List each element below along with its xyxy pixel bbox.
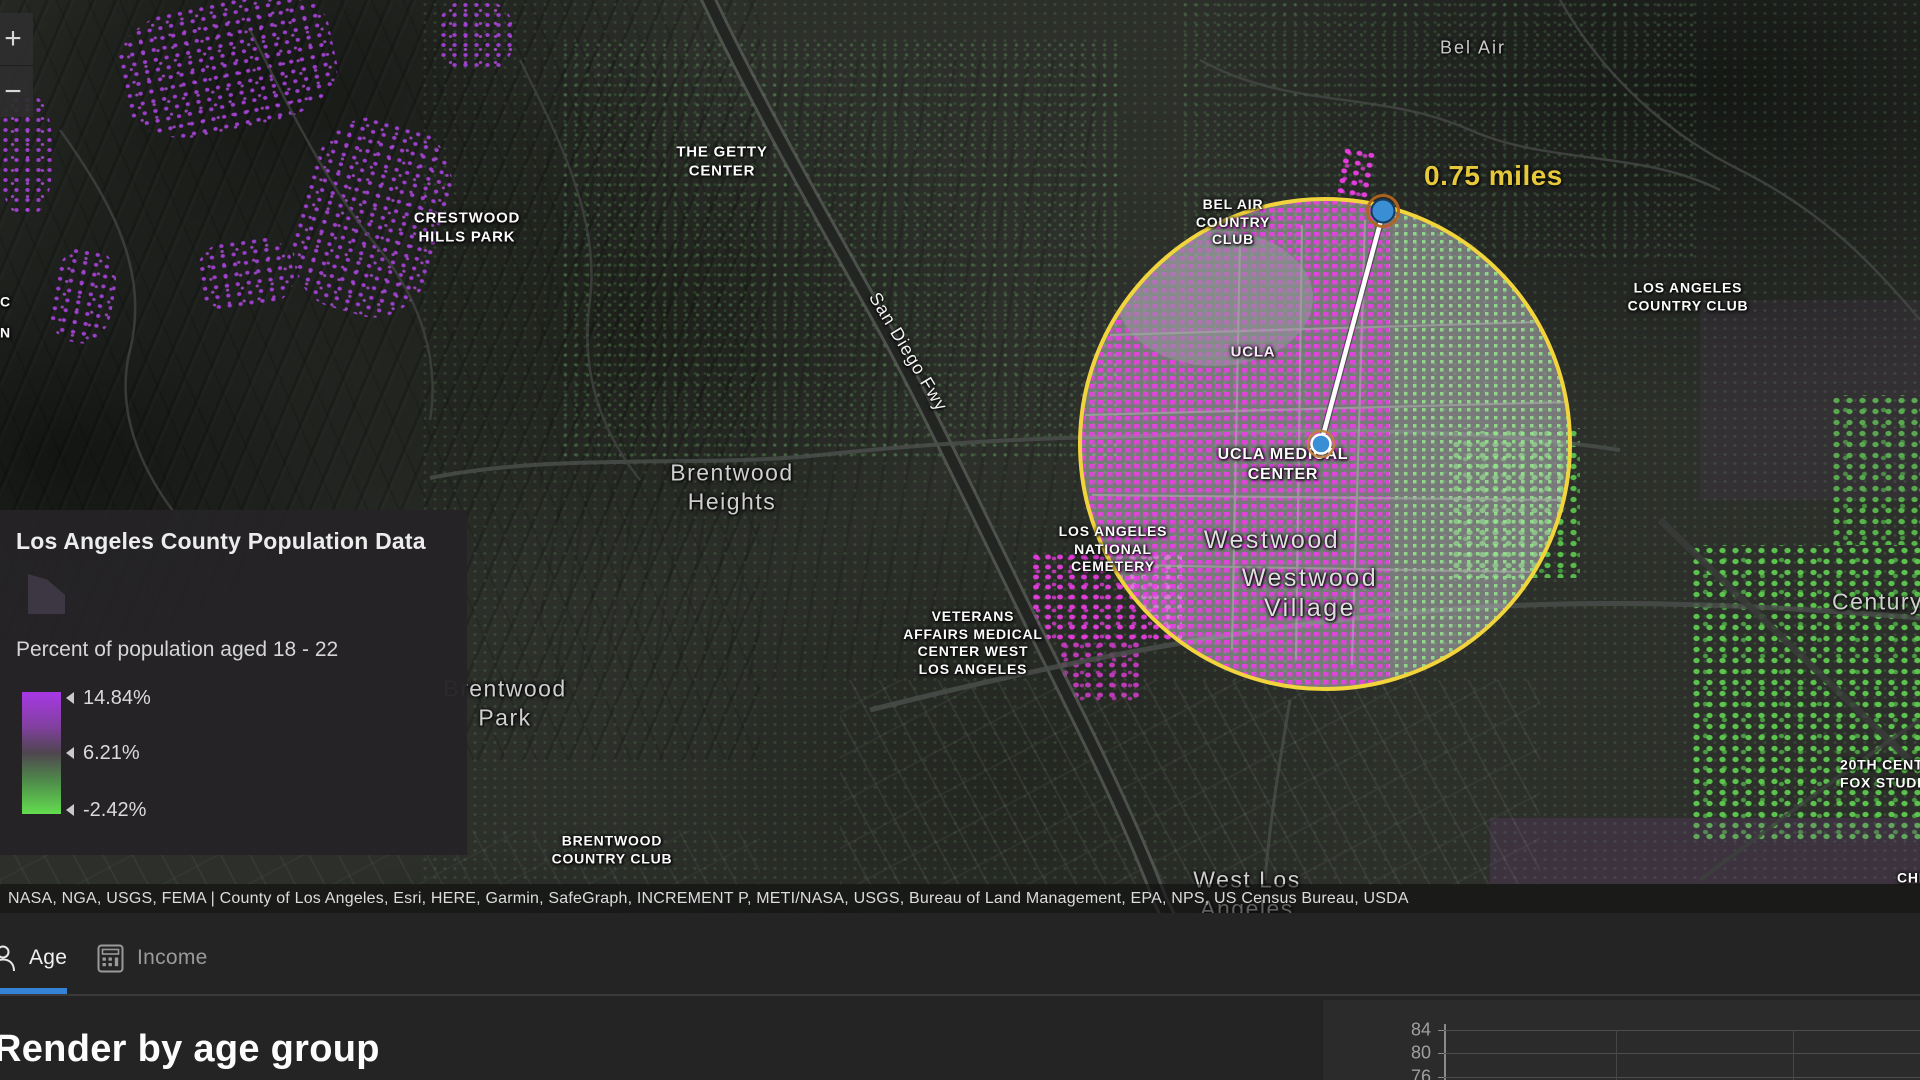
- age-group-chart: 84 80 76: [1322, 1000, 1920, 1080]
- map-label-line: CENTER: [676, 162, 767, 181]
- map-application-window: Bel Air THE GETTY CENTER CRESTWOOD HILLS…: [0, 0, 1920, 1080]
- map-label-bel-air: Bel Air: [1440, 38, 1506, 59]
- legend-stop-max: 14.84%: [66, 688, 151, 708]
- analysis-panel: Age Income Rende: [0, 913, 1920, 1080]
- triangle-left-icon: [66, 747, 74, 759]
- chart-gridline-80: [1444, 1053, 1920, 1054]
- map-label-line: COUNTRY: [1196, 213, 1270, 231]
- map-label-line: THE GETTY: [676, 143, 767, 162]
- map-label-line: FOX STUDIOS: [1840, 774, 1920, 792]
- map-label-brentwood-country-club: BRENTWOOD COUNTRY CLUB: [552, 833, 673, 868]
- map-label-bel-air-country-club: BEL AIR COUNTRY CLUB: [1196, 196, 1270, 249]
- map-label-line: COUNTRY CLUB: [1628, 297, 1749, 315]
- map-label-edge-c: C: [0, 293, 11, 311]
- map-label-line: Heights: [670, 487, 793, 516]
- person-icon: [0, 944, 16, 972]
- map-label-line: Brentwood: [670, 458, 793, 487]
- map-label-line: CEMETERY: [1059, 558, 1168, 576]
- map-label-line: UCLA MEDICAL: [1218, 445, 1349, 465]
- street-grid-texture-1: [840, 680, 1540, 885]
- purple-speckle-5: [438, 0, 513, 72]
- map-label-line: BRENTWOOD: [552, 833, 673, 851]
- attribution-text: NASA, NGA, USGS, FEMA | County of Los An…: [8, 890, 1409, 908]
- map-label-line: HILLS PARK: [414, 228, 520, 247]
- chart-tick-76: [1438, 1077, 1444, 1078]
- chart-tick-label-84: 84: [1391, 1020, 1431, 1041]
- map-label-veterans-affairs: VETERANS AFFAIRS MEDICAL CENTER WEST LOS…: [903, 608, 1043, 678]
- map-label-ucla-medical-center: UCLA MEDICAL CENTER: [1218, 445, 1349, 485]
- legend-title: Los Angeles County Population Data: [16, 528, 451, 555]
- chart-gridline-84: [1444, 1030, 1920, 1031]
- chart-tick-84: [1438, 1030, 1444, 1031]
- legend-stop-value: 14.84%: [83, 687, 151, 710]
- legend-stop-value: 6.21%: [83, 742, 140, 765]
- map-label-line: CRESTWOOD: [414, 209, 520, 228]
- zoom-out-button[interactable]: −: [0, 65, 33, 117]
- map-label-line: CLUB: [1196, 231, 1270, 249]
- panel-heading: Render by age group: [0, 1028, 380, 1071]
- tab-age-label: Age: [29, 946, 67, 970]
- purple-tint-east: [1700, 300, 1920, 500]
- map-label-la-national-cemetery: LOS ANGELES NATIONAL CEMETERY: [1059, 523, 1168, 576]
- map-label-line: LOS ANGELES: [1628, 280, 1749, 298]
- legend-color-ramp: [22, 692, 61, 814]
- map-label-ucla: UCLA: [1231, 344, 1276, 363]
- map-label-line: COUNTRY CLUB: [552, 850, 673, 868]
- map-label-line: BEL AIR: [1196, 196, 1270, 214]
- map-label-crestwood-hills-park: CRESTWOOD HILLS PARK: [414, 209, 520, 247]
- triangle-left-icon: [66, 692, 74, 704]
- map-label-la-country-club: LOS ANGELES COUNTRY CLUB: [1628, 280, 1749, 315]
- green-blocks-east: [1450, 428, 1580, 578]
- chart-gridline-v1: [1616, 1030, 1617, 1080]
- map-label-line: Westwood: [1242, 563, 1378, 593]
- tab-bar: Age Income: [0, 913, 1920, 996]
- tab-income-label: Income: [137, 946, 208, 970]
- map-label-line: NATIONAL: [1059, 540, 1168, 558]
- chart-gridline-76: [1444, 1077, 1920, 1078]
- green-speckle-hills: [560, 40, 1120, 460]
- map-label-westwood-village: Westwood Village: [1242, 563, 1378, 623]
- map-label-line: CENTER: [1218, 465, 1349, 485]
- legend-stop-min: -2.42%: [66, 800, 146, 820]
- calculator-icon: [97, 944, 124, 973]
- legend-layer-subtitle: Percent of population aged 18 - 22: [16, 638, 338, 662]
- map-label-line: VETERANS: [903, 608, 1043, 626]
- map-label-fox-studios: 20TH CENTURY FOX STUDIOS: [1840, 757, 1920, 792]
- legend-stop-value: -2.42%: [83, 799, 146, 822]
- map-label-edge-n: N: [0, 324, 11, 342]
- purple-tint-southeast: [1490, 818, 1920, 884]
- map-label-line: Village: [1242, 593, 1378, 623]
- map-label-line: 20TH CENTURY: [1840, 757, 1920, 775]
- map-label-getty-center: THE GETTY CENTER: [676, 143, 767, 181]
- tab-age[interactable]: Age: [0, 941, 67, 975]
- chart-tick-80: [1438, 1053, 1444, 1054]
- zoom-in-button[interactable]: +: [0, 13, 33, 65]
- triangle-left-icon: [66, 804, 74, 816]
- zoom-controls: + −: [0, 13, 33, 117]
- map-label-brentwood-heights: Brentwood Heights: [670, 458, 793, 516]
- map-label-line: CENTER WEST: [903, 643, 1043, 661]
- chart-y-axis-line: [1444, 1024, 1446, 1080]
- legend-panel: Los Angeles County Population Data Perce…: [0, 510, 467, 855]
- map-label-line: AFFAIRS MEDICAL: [903, 626, 1043, 644]
- map-label-line: LOS ANGELES: [1059, 523, 1168, 541]
- chart-tick-label-80: 80: [1391, 1043, 1431, 1064]
- map-label-century-city: Century City: [1832, 588, 1920, 617]
- distance-label: 0.75 miles: [1424, 160, 1563, 192]
- chart-tick-label-76: 76: [1391, 1067, 1431, 1080]
- map-attribution-bar: NASA, NGA, USGS, FEMA | County of Los An…: [0, 884, 1920, 913]
- polygon-layer-swatch-icon: [28, 574, 65, 614]
- chart-gridline-v2: [1793, 1030, 1794, 1080]
- map-label-line: LOS ANGELES: [903, 661, 1043, 679]
- legend-stop-mid: 6.21%: [66, 743, 140, 763]
- tab-income[interactable]: Income: [97, 941, 208, 975]
- panel-divider: [0, 994, 1920, 996]
- map-label-westwood: Westwood: [1204, 525, 1340, 555]
